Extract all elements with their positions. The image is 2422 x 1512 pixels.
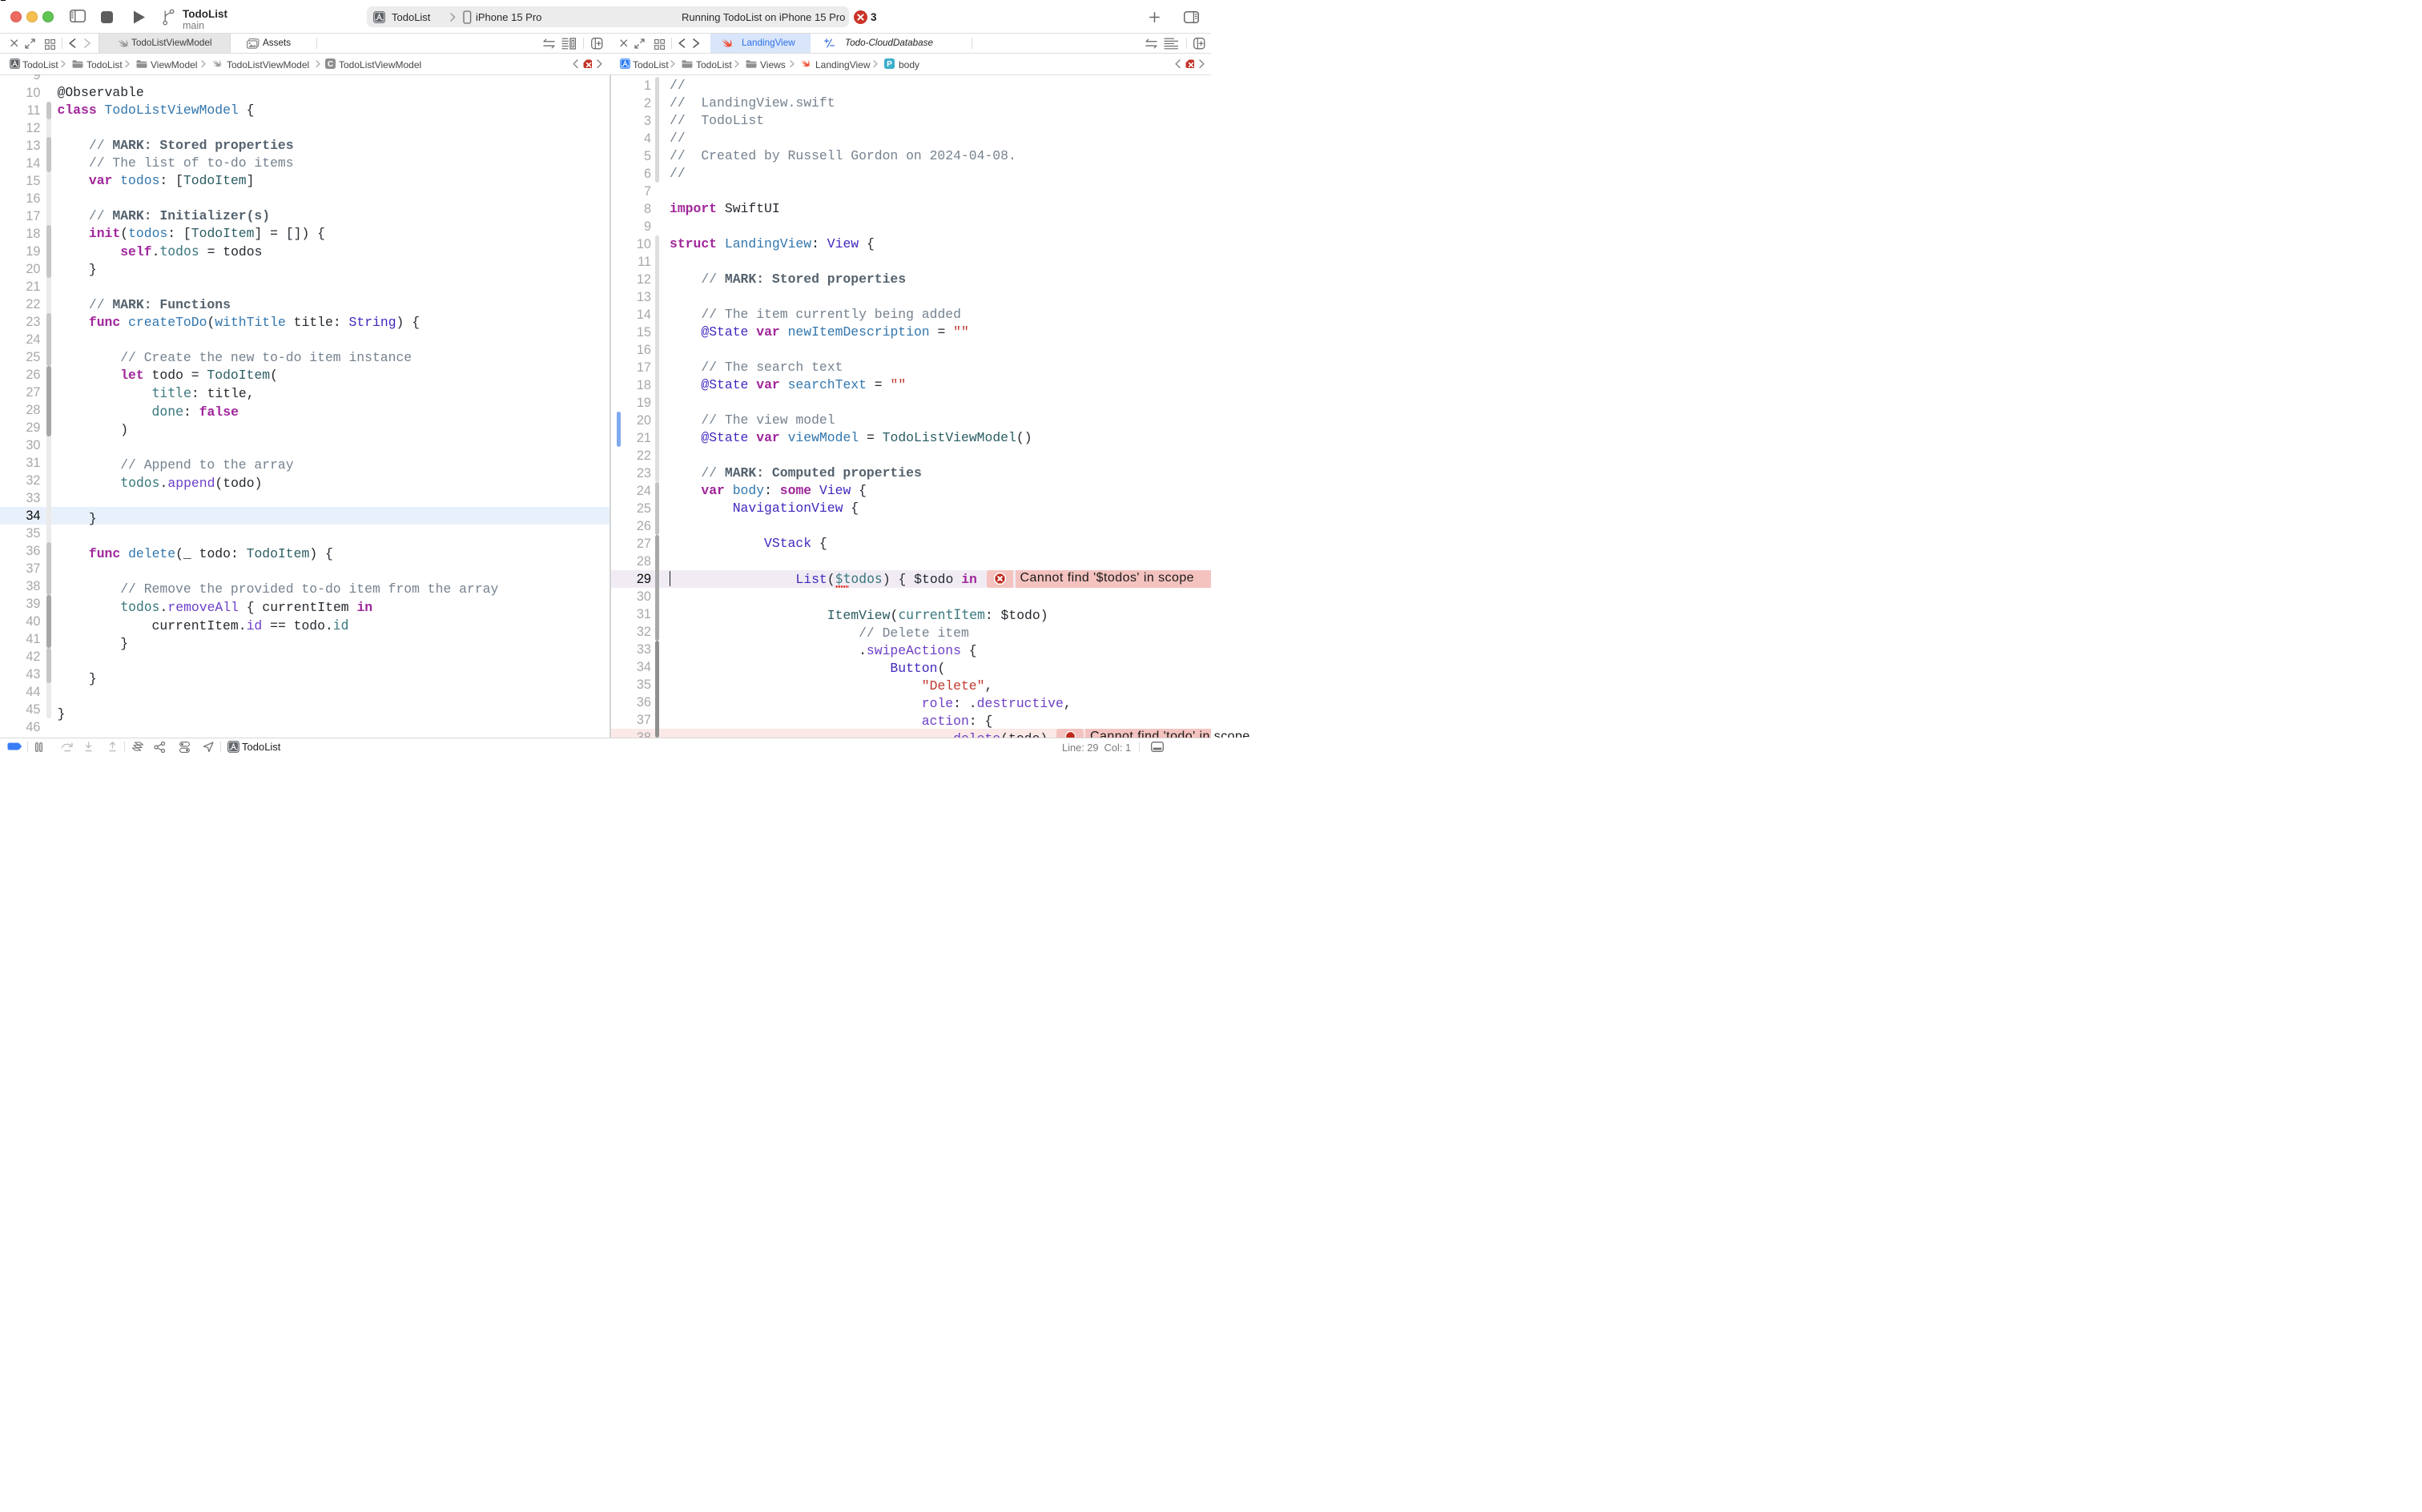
svg-text:P: P [887, 60, 892, 69]
svg-text:C: C [327, 60, 333, 69]
